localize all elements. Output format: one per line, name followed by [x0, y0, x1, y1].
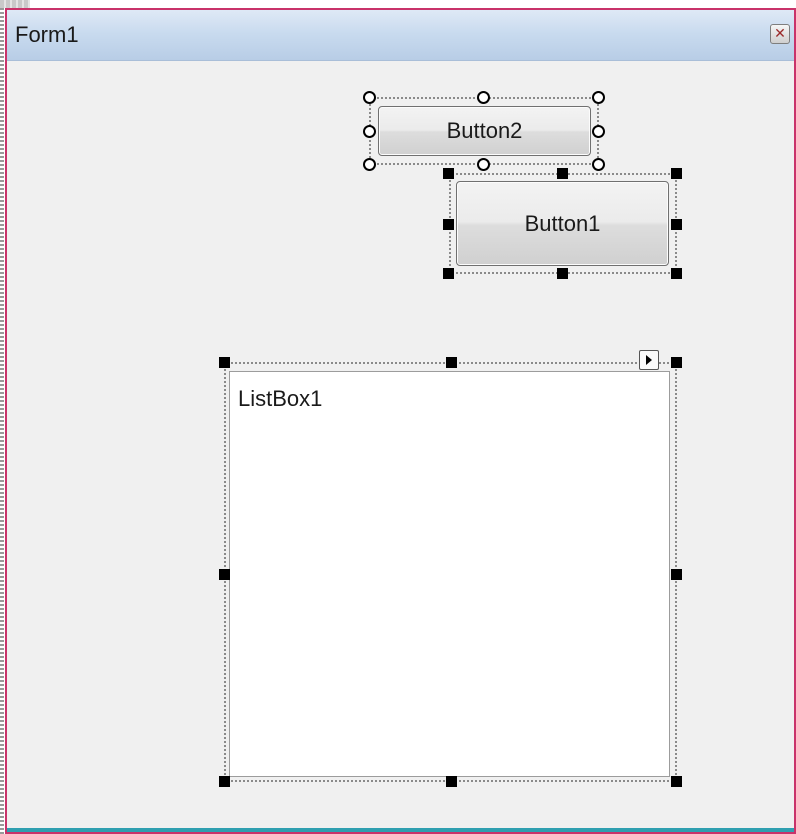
listbox1-label: ListBox1	[238, 386, 323, 411]
listbox1-handle-bottom-right[interactable]	[671, 776, 682, 787]
listbox1-handle-bottom[interactable]	[446, 776, 457, 787]
listbox1-handle-top-right[interactable]	[671, 357, 682, 368]
button2-handle-right[interactable]	[592, 125, 605, 138]
listbox1-handle-top[interactable]	[446, 357, 457, 368]
designer-surface: Form1 ✕ Button2 Button1 ListBox1	[0, 0, 796, 834]
smart-tag-arrow-icon	[646, 355, 652, 365]
close-icon: ✕	[774, 26, 786, 42]
title-bar[interactable]: Form1 ✕	[7, 10, 794, 61]
smart-tag-button[interactable]	[639, 350, 659, 370]
listbox1-handle-top-left[interactable]	[219, 357, 230, 368]
button1-handle-right[interactable]	[671, 219, 682, 230]
button1-handle-bottom-right[interactable]	[671, 268, 682, 279]
button2-handle-top[interactable]	[477, 91, 490, 104]
button2-handle-bottom[interactable]	[477, 158, 490, 171]
button2-handle-top-left[interactable]	[363, 91, 376, 104]
listbox1-handle-left[interactable]	[219, 569, 230, 580]
listbox1-handle-right[interactable]	[671, 569, 682, 580]
button1-handle-top-left[interactable]	[443, 168, 454, 179]
button1-handle-top[interactable]	[557, 168, 568, 179]
button2-handle-bottom-right[interactable]	[592, 158, 605, 171]
form-title: Form1	[15, 22, 79, 47]
listbox1[interactable]: ListBox1	[229, 371, 670, 777]
button1-handle-bottom[interactable]	[557, 268, 568, 279]
button1-handle-top-right[interactable]	[671, 168, 682, 179]
button1[interactable]: Button1	[456, 181, 669, 266]
button2-handle-left[interactable]	[363, 125, 376, 138]
button2-handle-bottom-left[interactable]	[363, 158, 376, 171]
button1-handle-bottom-left[interactable]	[443, 268, 454, 279]
resize-grip[interactable]	[0, 0, 30, 8]
button2-handle-top-right[interactable]	[592, 91, 605, 104]
designer-left-edge	[0, 8, 4, 834]
button1-handle-left[interactable]	[443, 219, 454, 230]
listbox1-handle-bottom-left[interactable]	[219, 776, 230, 787]
close-button[interactable]: ✕	[770, 24, 790, 44]
form-bottom-edge	[7, 828, 794, 832]
button2[interactable]: Button2	[378, 106, 591, 156]
